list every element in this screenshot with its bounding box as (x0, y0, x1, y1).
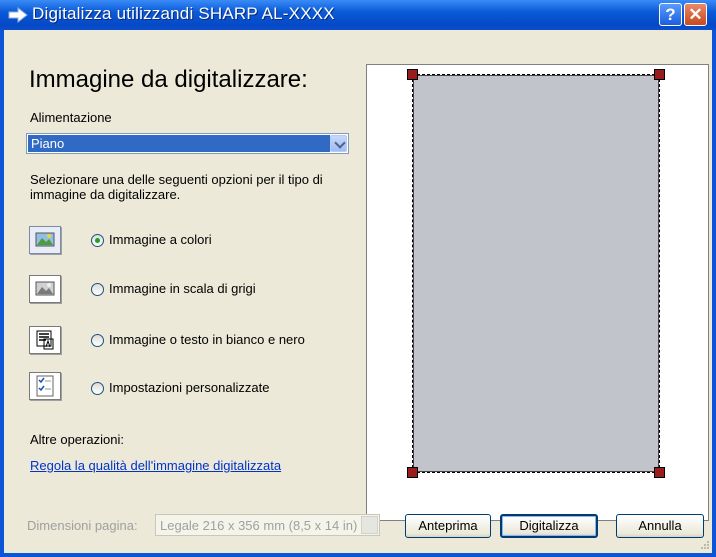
page-size-value: Legale 216 x 356 mm (8,5 x 14 in) (160, 518, 358, 533)
page-size-select[interactable]: Legale 216 x 356 mm (8,5 x 14 in) (155, 514, 380, 536)
cancel-button[interactable]: Annulla (616, 514, 704, 538)
preview-button[interactable]: Anteprima (405, 514, 491, 538)
radio-grayscale-image[interactable] (91, 283, 104, 296)
dialog-body: Immagine da digitalizzare: Alimentazione… (4, 30, 712, 553)
page-title: Immagine da digitalizzare: (29, 66, 308, 93)
window-title: Digitalizza utilizzandi SHARP AL-XXXX (32, 4, 335, 23)
selection-rectangle[interactable] (412, 74, 660, 473)
option-label-color[interactable]: Immagine a colori (109, 232, 212, 247)
resize-grip-icon[interactable] (700, 540, 710, 550)
source-selected-value: Piano (28, 135, 330, 152)
chevron-down-icon[interactable] (361, 516, 378, 534)
instructions-text: Selezionare una delle seguenti opzioni p… (30, 172, 323, 202)
option-label-custom[interactable]: Impostazioni personalizzate (109, 380, 269, 395)
resize-handle-bottom-right[interactable] (654, 467, 665, 478)
page-size-label: Dimensioni pagina: (27, 518, 138, 533)
scanner-arrow-icon (8, 7, 28, 23)
adjust-quality-link[interactable]: Regola la qualità dell'immagine digitali… (30, 458, 281, 473)
custom-settings-icon[interactable] (29, 372, 61, 400)
close-button[interactable]: ✕ (684, 3, 707, 26)
other-operations-label: Altre operazioni: (30, 432, 124, 447)
radio-black-white[interactable] (91, 334, 104, 347)
source-label: Alimentazione (30, 110, 112, 125)
color-picture-icon[interactable] (29, 226, 61, 254)
resize-handle-top-left[interactable] (407, 69, 418, 80)
radio-color-image[interactable] (91, 234, 104, 247)
chevron-down-icon[interactable] (330, 135, 347, 152)
option-label-black-white[interactable]: Immagine o testo in bianco e nero (109, 332, 305, 347)
preview-panel[interactable] (366, 64, 709, 521)
black-white-text-icon[interactable] (29, 326, 61, 354)
resize-handle-bottom-left[interactable] (407, 467, 418, 478)
source-select[interactable]: Piano (26, 133, 349, 154)
title-bar[interactable]: Digitalizza utilizzandi SHARP AL-XXXX ? … (0, 0, 716, 30)
grayscale-picture-icon[interactable] (29, 275, 61, 303)
help-button[interactable]: ? (659, 3, 682, 26)
scan-button[interactable]: Digitalizza (500, 514, 598, 538)
option-label-grayscale[interactable]: Immagine in scala di grigi (109, 281, 256, 296)
resize-handle-top-right[interactable] (654, 69, 665, 80)
scan-dialog-window: Digitalizza utilizzandi SHARP AL-XXXX ? … (0, 0, 716, 557)
radio-custom-settings[interactable] (91, 382, 104, 395)
